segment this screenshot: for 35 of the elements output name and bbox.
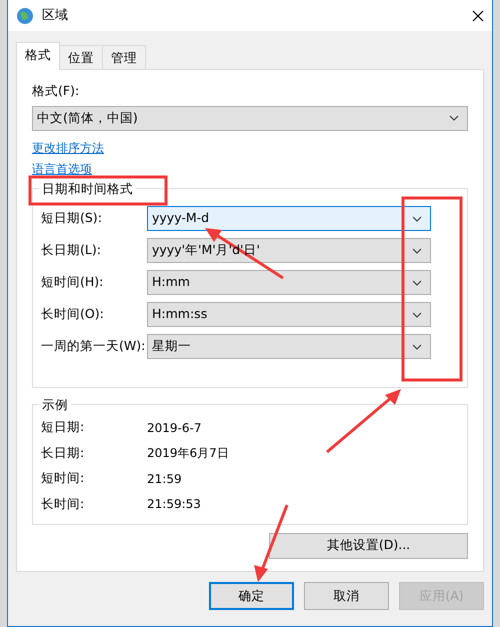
tab[interactable]: 格式 (16, 42, 60, 70)
dropdown[interactable]: H:mm:ss (147, 302, 431, 328)
dropdown[interactable]: yyyy-M-d (147, 206, 431, 232)
caret-icon (412, 280, 422, 286)
caret-icon (412, 312, 422, 318)
caret-icon (449, 115, 459, 122)
format-dropdown[interactable]: 中文(简体，中国) (32, 106, 468, 131)
example-value: 2019年6月7日 (147, 445, 229, 462)
field-label: 短日期(S): (40, 209, 103, 228)
dropdown[interactable]: 星期一 (147, 334, 431, 360)
example-label: 长日期: (40, 444, 86, 462)
caret-icon (412, 344, 422, 350)
other-settings-button[interactable]: 其他设置(D)... (269, 532, 468, 559)
dialog-button[interactable]: 取消 (304, 582, 389, 610)
caret-icon (412, 248, 422, 254)
field-label: 长时间(O): (40, 305, 105, 324)
field-label: 长日期(L): (40, 241, 102, 260)
example-value: 21:59:53 (147, 496, 201, 513)
link[interactable]: 语言首选项 (32, 160, 92, 178)
example-label: 短时间: (40, 469, 86, 488)
field-label: 短时间(H): (40, 273, 104, 292)
example-value: 2019-6-7 (147, 420, 202, 436)
dialog-button[interactable]: 确定 (209, 582, 294, 610)
caret-icon (412, 216, 422, 222)
dropdown[interactable]: H:mm (147, 270, 431, 296)
globe-icon (16, 6, 34, 24)
tab[interactable]: 管理 (102, 45, 146, 69)
close-icon[interactable] (472, 10, 484, 22)
example-label: 长时间: (40, 494, 86, 513)
link[interactable]: 更改排序方法 (32, 138, 104, 157)
example-value: 21:59 (147, 470, 182, 488)
format-label: 格式(F): (32, 82, 80, 100)
window-title: 区域 (42, 6, 68, 25)
example-label: 短日期: (40, 418, 86, 436)
field-label: 一周的第一天(W): (40, 337, 146, 356)
